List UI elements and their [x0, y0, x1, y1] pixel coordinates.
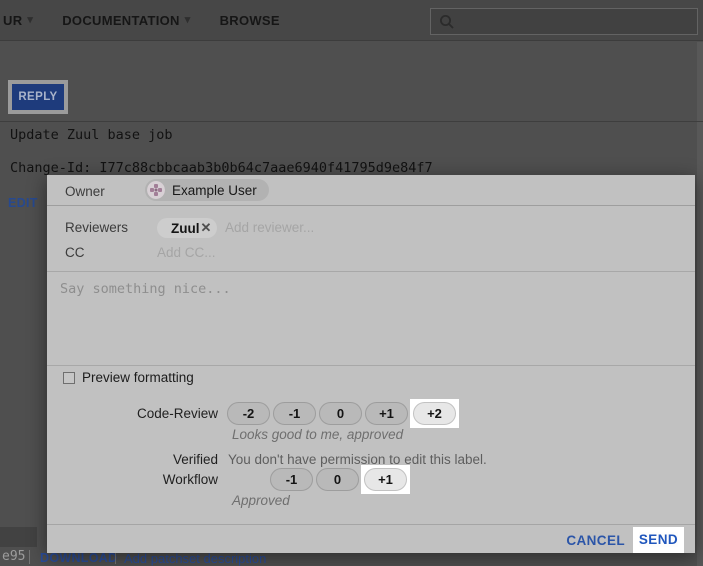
add-reviewer-input[interactable] [223, 219, 443, 236]
commit-title: Update Zuul base job [10, 127, 173, 143]
search-box[interactable] [430, 8, 698, 35]
workflow-minus1-button[interactable]: -1 [270, 468, 313, 491]
divider [47, 365, 695, 366]
cancel-button[interactable]: CANCEL [560, 532, 631, 549]
divider [47, 524, 695, 525]
nav-item-ur[interactable]: UR ▾ [3, 13, 33, 28]
code-review-buttons: -2 -1 0 +1 +2 [227, 402, 458, 425]
workflow-description: Approved [232, 493, 290, 508]
send-button-highlight: SEND [633, 527, 684, 553]
search-icon [439, 14, 455, 30]
close-icon[interactable]: ✕ [201, 220, 212, 236]
code-review-plus2-highlight: +2 [410, 399, 459, 428]
preview-formatting-checkbox[interactable] [63, 372, 75, 384]
reply-message-textarea[interactable] [47, 272, 695, 364]
reviewer-name: Zuul [171, 221, 200, 236]
workflow-plus1-highlight: +1 [361, 465, 410, 494]
avatar [147, 181, 165, 199]
code-review-description: Looks good to me, approved [232, 427, 403, 442]
code-review-plus1-button[interactable]: +1 [365, 402, 408, 425]
code-review-plus2-button[interactable]: +2 [413, 402, 456, 425]
preview-formatting-row: Preview formatting [63, 370, 194, 385]
code-review-minus2-button[interactable]: -2 [227, 402, 270, 425]
workflow-label: Workflow [47, 472, 218, 487]
patchset-ref: e95 [2, 549, 25, 564]
owner-name: Example User [172, 183, 257, 198]
nav-item-browse[interactable]: BROWSE [220, 13, 280, 28]
nav-item-label: DOCUMENTATION [62, 13, 180, 28]
reply-dialog: Owner Example User Reviewers Zuul ✕ CC P… [47, 175, 695, 553]
workflow-zero-button[interactable]: 0 [316, 468, 359, 491]
owner-chip[interactable]: Example User [145, 179, 269, 201]
code-review-label: Code-Review [47, 406, 218, 421]
code-review-zero-button[interactable]: 0 [319, 402, 362, 425]
divider [0, 121, 703, 122]
verified-label: Verified [47, 452, 218, 467]
workflow-buttons: -1 0 +1 [270, 468, 409, 491]
workflow-plus1-button[interactable]: +1 [364, 468, 407, 491]
edit-link[interactable]: EDIT [8, 196, 38, 210]
reviewers-label: Reviewers [65, 220, 128, 235]
owner-label: Owner [65, 184, 105, 199]
reply-button-highlight: REPLY [8, 80, 68, 114]
preview-formatting-label: Preview formatting [82, 370, 194, 385]
cc-label: CC [65, 245, 85, 260]
change-id-line: Change-Id: I77c88cbbcaab3b0b64c7aae6940f… [10, 160, 433, 176]
verified-permission-message: You don't have permission to edit this l… [228, 452, 487, 467]
nav-item-label: BROWSE [220, 13, 280, 28]
add-cc-input[interactable] [155, 244, 375, 261]
code-review-minus1-button[interactable]: -1 [273, 402, 316, 425]
nav-item-label: UR [3, 13, 22, 28]
page-footer-block [0, 527, 37, 547]
add-patchset-description-link[interactable]: Add patchset description [124, 551, 266, 566]
reply-button[interactable]: REPLY [12, 84, 64, 110]
send-button[interactable]: SEND [639, 532, 678, 547]
search-input[interactable] [461, 13, 697, 30]
chevron-down-icon: ▾ [27, 15, 33, 26]
nav-item-documentation[interactable]: DOCUMENTATION ▾ [62, 13, 190, 28]
divider [47, 205, 695, 206]
download-link[interactable]: DOWNLOAD [40, 551, 117, 565]
chevron-down-icon: ▾ [185, 15, 191, 26]
reviewer-chip[interactable]: Zuul ✕ [157, 218, 217, 238]
divider [29, 550, 30, 564]
